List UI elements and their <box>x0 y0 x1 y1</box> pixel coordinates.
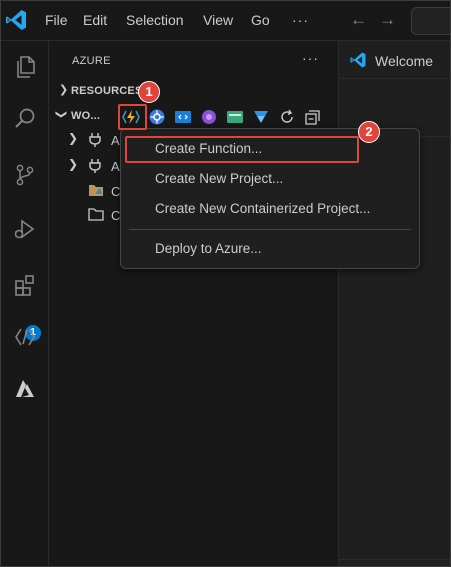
plug-icon <box>89 133 101 147</box>
chevron-right-icon: ❯ <box>68 157 79 171</box>
menu-view[interactable]: View <box>203 12 233 28</box>
app-service-icon[interactable] <box>225 106 245 128</box>
menu-separator <box>129 229 411 230</box>
azure-icon[interactable] <box>7 371 43 407</box>
workspace-section-label: WO... <box>71 110 101 122</box>
vscode-tab-icon <box>350 52 366 68</box>
menu-item-create-containerized-project[interactable]: Create New Containerized Project... <box>121 197 419 221</box>
highlight-box-step1 <box>118 104 147 130</box>
search-icon[interactable] <box>7 101 43 137</box>
folder-icon <box>88 208 104 221</box>
highlight-box-step2 <box>125 136 359 163</box>
folder-azure-icon <box>89 185 103 196</box>
explorer-icon[interactable] <box>7 49 43 85</box>
menu-item-label: Create New Project... <box>155 171 284 186</box>
kubernetes-icon[interactable] <box>147 106 167 128</box>
callout-step1: 1 <box>138 81 160 103</box>
tree-item-label: C <box>111 184 121 199</box>
menu-more[interactable]: ··· <box>292 12 309 28</box>
extensions-icon[interactable] <box>7 267 43 303</box>
chevron-right-icon: ❯ <box>68 131 79 145</box>
remote-icon[interactable] <box>7 319 43 355</box>
menu-item-deploy-to-azure[interactable]: Deploy to Azure... <box>121 237 419 261</box>
tree-item-label: C <box>111 208 121 223</box>
collapse-all-icon[interactable] <box>303 106 323 128</box>
editor-divider <box>339 559 450 560</box>
plug-icon <box>89 159 101 173</box>
menu-item-label: Deploy to Azure... <box>155 241 262 256</box>
menu-edit[interactable]: Edit <box>83 12 107 28</box>
callout-step2: 2 <box>358 121 380 143</box>
resources-section-label: RESOURCES <box>71 85 143 97</box>
sidebar-more-button[interactable]: ··· <box>302 50 319 66</box>
azure-sidebar: AZURE ··· ❯ RESOURCES ❯ WO... ❯ A ❯ A C … <box>50 41 337 566</box>
editor-area: Welcome <box>338 41 450 566</box>
back-arrow-icon[interactable]: ← <box>350 10 367 30</box>
source-control-icon[interactable] <box>7 157 43 193</box>
activity-bar: 1 <box>1 41 49 566</box>
menu-selection[interactable]: Selection <box>126 12 184 28</box>
menu-go[interactable]: Go <box>251 12 270 28</box>
chevron-down-icon: ❯ <box>55 109 68 120</box>
menu-item-label: Create New Containerized Project... <box>155 201 371 216</box>
menu-file[interactable]: File <box>45 12 68 28</box>
vscode-window: File Edit Selection View Go ··· ← → 1 AZ… <box>0 0 451 567</box>
resources-section-header[interactable]: ❯ RESOURCES <box>50 81 337 103</box>
vscode-logo-icon <box>6 10 26 30</box>
title-bar: File Edit Selection View Go ··· ← → <box>1 1 450 41</box>
menu-item-create-new-project[interactable]: Create New Project... <box>121 167 419 191</box>
tab-welcome[interactable]: Welcome <box>339 41 450 79</box>
tree-item-label: A <box>111 159 120 174</box>
refresh-icon[interactable] <box>277 106 297 128</box>
tree-item-label: A <box>111 133 120 148</box>
tab-welcome-label: Welcome <box>375 53 434 69</box>
run-debug-icon[interactable] <box>7 211 43 247</box>
command-center[interactable] <box>411 7 450 35</box>
forward-arrow-icon[interactable]: → <box>379 10 396 30</box>
static-web-apps-icon[interactable] <box>173 106 193 128</box>
logic-apps-icon[interactable] <box>199 106 219 128</box>
chevron-right-icon: ❯ <box>59 84 69 96</box>
storage-icon[interactable] <box>251 106 271 128</box>
sidebar-title: AZURE <box>72 55 111 67</box>
